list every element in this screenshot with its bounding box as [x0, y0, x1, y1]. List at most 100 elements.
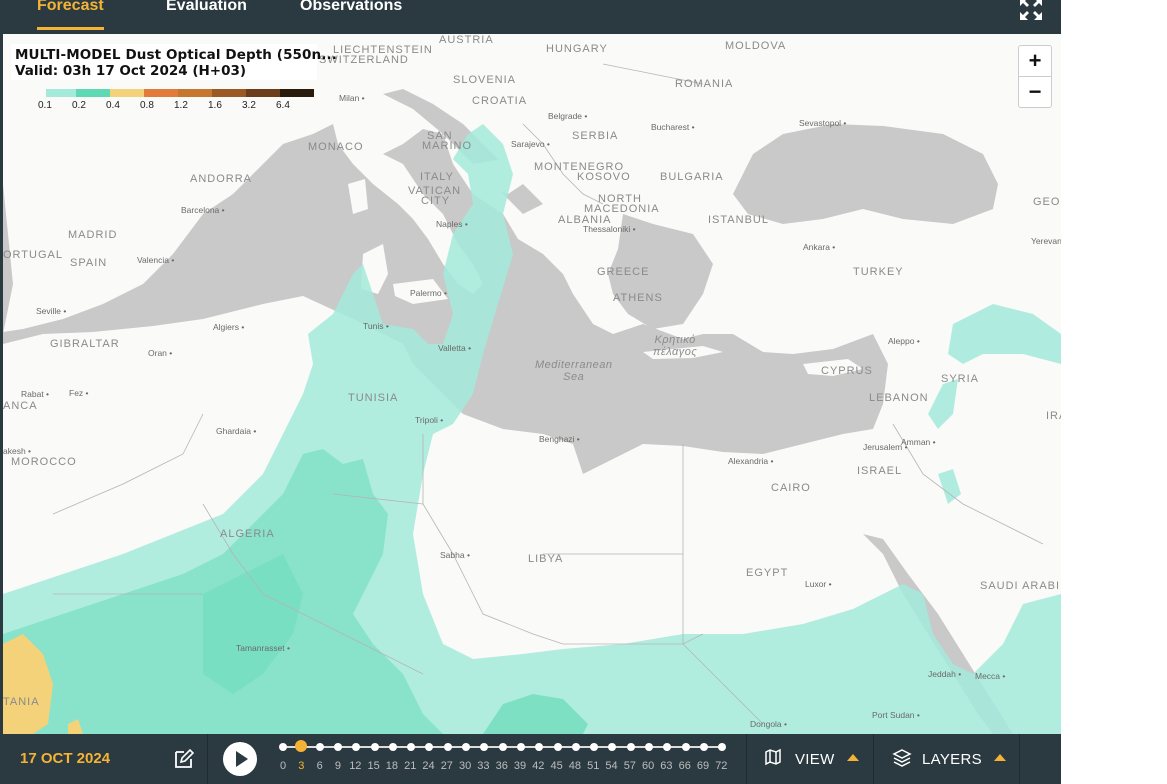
timeline-step-label[interactable]: 69	[697, 760, 709, 772]
timeline-dot[interactable]	[443, 743, 452, 751]
map-label: Ghardaia •	[216, 426, 257, 436]
timeline-dot[interactable]	[535, 743, 544, 751]
timeline-step-label[interactable]: 18	[386, 760, 398, 772]
timeline-dot[interactable]	[480, 743, 489, 751]
play-icon	[236, 751, 248, 767]
layers-button[interactable]: LAYERS	[922, 751, 982, 768]
map-label: Amman •	[901, 437, 936, 447]
tab-forecast[interactable]: Forecast	[37, 0, 104, 15]
timeline-step-label[interactable]: 72	[715, 760, 727, 772]
map-label: AUSTRIA	[439, 34, 494, 46]
legend-color-scale	[46, 89, 314, 97]
timeline-dot[interactable]	[626, 743, 635, 751]
legend-swatch	[76, 89, 110, 97]
timeline-step-label[interactable]: 57	[624, 760, 636, 772]
legend-swatch	[212, 89, 246, 97]
timeline-step-label[interactable]: 60	[642, 760, 654, 772]
timeline-dot[interactable]	[718, 743, 727, 751]
map-label: TURKEY	[853, 266, 904, 278]
zoom-out-button[interactable]: −	[1019, 77, 1051, 107]
view-caret-icon[interactable]	[847, 754, 859, 761]
timeline-dot[interactable]	[279, 743, 287, 751]
map-label: ROMANIA	[675, 78, 734, 90]
timeline-dot[interactable]	[516, 743, 525, 751]
map-label: MONACO	[308, 141, 364, 153]
map-view-icon[interactable]	[764, 748, 782, 766]
timeline-step-label[interactable]: 54	[605, 760, 617, 772]
timeline-dot[interactable]	[498, 743, 507, 751]
tab-observations[interactable]: Observations	[300, 0, 402, 15]
view-button[interactable]: VIEW	[795, 751, 835, 768]
timeline-dot[interactable]	[388, 743, 397, 751]
map-label: SLOVENIA	[453, 74, 517, 86]
timeline-step-label[interactable]: 45	[551, 760, 563, 772]
timeline-dot[interactable]	[663, 743, 672, 751]
timeline-dot[interactable]	[681, 743, 690, 751]
timeline-step-label[interactable]: 30	[459, 760, 471, 772]
timeline-bar: 17 OCT 2024 0 3 6 9 12 15 18 21 24 27 30 33 36 39 42 45…	[0, 734, 1061, 784]
zoom-in-button[interactable]: +	[1019, 46, 1051, 76]
timeline-dot[interactable]	[407, 743, 416, 751]
edit-date-icon[interactable]	[173, 748, 195, 770]
map-label: Jeddah •	[928, 669, 962, 679]
legend-tick-label: 0.4	[106, 100, 120, 111]
timeline-dot[interactable]	[333, 743, 342, 751]
map-label: HUNGARY	[546, 43, 608, 55]
timeline-step-label[interactable]: 48	[569, 760, 581, 772]
tab-evaluation[interactable]: Evaluation	[166, 0, 247, 15]
map-label: Tamanrasset •	[236, 643, 290, 653]
timeline-dot[interactable]	[699, 743, 708, 751]
map-label: GEOR	[1033, 196, 1061, 208]
map-label: akesh •	[3, 446, 32, 456]
layers-caret-icon[interactable]	[994, 754, 1006, 761]
legend-swatch	[280, 89, 314, 97]
map-label: MOLDOVA	[725, 40, 787, 52]
map-label: Tripoli •	[415, 415, 444, 425]
timeline-dot[interactable]	[590, 743, 599, 751]
timeline-step-label[interactable]: 21	[404, 760, 416, 772]
timeline-step-label[interactable]: 66	[679, 760, 691, 772]
timeline-dot[interactable]	[608, 743, 617, 751]
timeline-dot[interactable]	[370, 743, 379, 751]
timeline-step-label[interactable]: 3	[298, 760, 304, 772]
map-label: KOSOVO	[577, 171, 631, 183]
map-label: CROATIA	[472, 95, 528, 107]
timeline-step-label[interactable]: 63	[660, 760, 672, 772]
map-label: TANIA	[3, 696, 40, 708]
timeline-step-label[interactable]: 51	[587, 760, 599, 772]
timeline-dot[interactable]	[352, 743, 361, 751]
timeline-dot[interactable]	[315, 743, 324, 751]
map-view[interactable]: AUSTRIA HUNGARY MOLDOVA LIECHTENSTEIN SWITZE…	[3, 34, 1061, 734]
timeline-step-label[interactable]: 39	[514, 760, 526, 772]
fullscreen-icon[interactable]	[1018, 0, 1044, 22]
timeline-dot[interactable]	[295, 740, 308, 752]
map-label: Belgrade •	[548, 111, 588, 121]
timeline-step-label[interactable]: 36	[496, 760, 508, 772]
map-label: ALGERIA	[220, 528, 275, 540]
timeline-dot[interactable]	[571, 743, 580, 751]
timeline-step-label[interactable]: 15	[368, 760, 380, 772]
timeline-step-label[interactable]: 12	[349, 760, 361, 772]
map-label: Sarajevo •	[511, 139, 550, 149]
timeline-dot[interactable]	[425, 743, 434, 751]
timeline-dot[interactable]	[553, 743, 562, 751]
timeline-step-label[interactable]: 6	[317, 760, 323, 772]
timeline-step-label[interactable]: 0	[280, 760, 286, 772]
map-label: Valencia •	[137, 255, 175, 265]
play-button[interactable]	[223, 742, 257, 776]
map-label: ATHENS	[613, 292, 663, 304]
timeline-step-label[interactable]: 27	[441, 760, 453, 772]
map-label: LIBYA	[528, 553, 564, 565]
layers-icon[interactable]	[892, 748, 912, 768]
map-label: TUNISIA	[348, 392, 399, 404]
map-label: Sabha •	[440, 550, 470, 560]
legend-swatch	[144, 89, 178, 97]
timeline-dot[interactable]	[645, 743, 653, 751]
timeline-dot[interactable]	[462, 743, 470, 751]
map-label: Mecca •	[975, 671, 1006, 681]
legend-tick-label: 0.8	[140, 100, 154, 111]
timeline-step-label[interactable]: 33	[477, 760, 489, 772]
timeline-step-label[interactable]: 42	[532, 760, 544, 772]
timeline-step-label[interactable]: 9	[335, 760, 341, 772]
timeline-step-label[interactable]: 24	[422, 760, 434, 772]
